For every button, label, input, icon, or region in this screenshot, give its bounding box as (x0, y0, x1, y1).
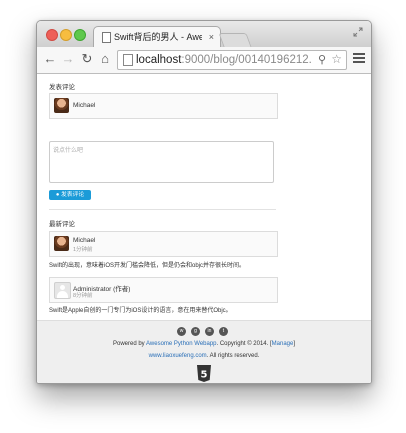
html5-badge-text: 5 (201, 370, 208, 381)
new-tab-button[interactable] (218, 33, 252, 47)
submit-comment-label: 发表评论 (60, 192, 85, 198)
post-comment-title: 发表评论 (49, 84, 75, 91)
comment-text: Swift是Apple自创的一门专门为iOS设计的语言，意在用来替代Objc。 (49, 308, 232, 314)
tab-active[interactable]: Swift背后的男人 - Awesome × (93, 26, 221, 48)
tab-title: Swift背后的男人 - Awesome (114, 32, 202, 42)
powered-by-line: Powered by Awesome Python Webapp. Copyri… (37, 341, 371, 347)
comment-text: Swift的出现，意味着iOS开发门槛会降低，但是仍会和objc并存很长时间。 (49, 263, 246, 269)
close-window-button[interactable] (46, 29, 58, 41)
back-button[interactable]: ← (43, 52, 57, 66)
current-user-name: Michael (73, 102, 96, 109)
home-button[interactable]: ⌂ (98, 52, 112, 66)
menu-icon[interactable] (353, 53, 365, 65)
html5-icon: 5 (197, 365, 211, 382)
rights-text: . All rights reserved. (206, 353, 260, 359)
copyright: . Copyright © 2014. [ (216, 341, 272, 347)
tab-strip: Swift背后的男人 - Awesome × (37, 21, 371, 48)
linkedin-icon[interactable]: in (205, 327, 214, 336)
fullscreen-icon[interactable] (353, 27, 363, 37)
avatar (54, 98, 69, 113)
github-icon[interactable]: g (191, 327, 200, 336)
url-host: localhost (136, 54, 182, 66)
footer: w g in t Powered by Awesome Python Webap… (37, 320, 371, 383)
comment-header: Administrator (作者) 8分钟前 (49, 277, 278, 303)
page-icon (123, 54, 133, 66)
divider (49, 209, 276, 210)
twitter-icon[interactable]: t (219, 327, 228, 336)
browser-toolbar: ← → ↻ ⌂ localhost:9000/blog/00140196212.… (37, 47, 371, 74)
site-link[interactable]: www.liaoxuefeng.com (149, 353, 207, 359)
avatar (54, 282, 71, 299)
site-line: www.liaoxuefeng.com. All rights reserved… (37, 353, 371, 359)
url-text[interactable]: localhost:9000/blog/00140196212... (136, 51, 312, 69)
browser-window: Swift背后的男人 - Awesome × ← → ↻ ⌂ localhost… (36, 20, 372, 384)
minimize-window-button[interactable] (60, 29, 72, 41)
manage-suffix: ] (293, 341, 295, 347)
comment-time: 8分钟前 (73, 293, 93, 299)
comment-icon: ● (55, 192, 60, 198)
current-user-box: Michael (49, 93, 278, 119)
comment-time: 1分钟前 (73, 247, 93, 253)
powered-link[interactable]: Awesome Python Webapp (146, 341, 217, 347)
powered-prefix: Powered by (112, 341, 147, 347)
bookmark-star-icon[interactable]: ☆ (331, 52, 342, 66)
latest-comments-title: 最新评论 (49, 221, 75, 228)
submit-comment-button[interactable]: ● 发表评论 (49, 190, 91, 200)
manage-link[interactable]: Manage (272, 341, 294, 347)
reload-button[interactable]: ↻ (80, 52, 94, 66)
page-content: 发表评论 Michael 说点什么吧 ● 发表评论 最新评论 Michael 1… (37, 74, 371, 383)
comment-header: Michael 1分钟前 (49, 231, 278, 257)
comment-textarea[interactable]: 说点什么吧 (49, 141, 274, 183)
tab-close-icon[interactable]: × (209, 27, 214, 47)
weibo-icon[interactable]: w (177, 327, 186, 336)
forward-button[interactable]: → (61, 52, 75, 66)
page-icon (102, 32, 111, 43)
search-icon[interactable]: ⚲ (318, 53, 326, 66)
maximize-window-button[interactable] (74, 29, 86, 41)
url-path: :9000/blog/00140196212... (181, 54, 312, 66)
avatar (54, 236, 69, 251)
address-bar[interactable]: localhost:9000/blog/00140196212... ⚲ ☆ (117, 50, 347, 70)
comment-user: Michael (73, 237, 96, 244)
